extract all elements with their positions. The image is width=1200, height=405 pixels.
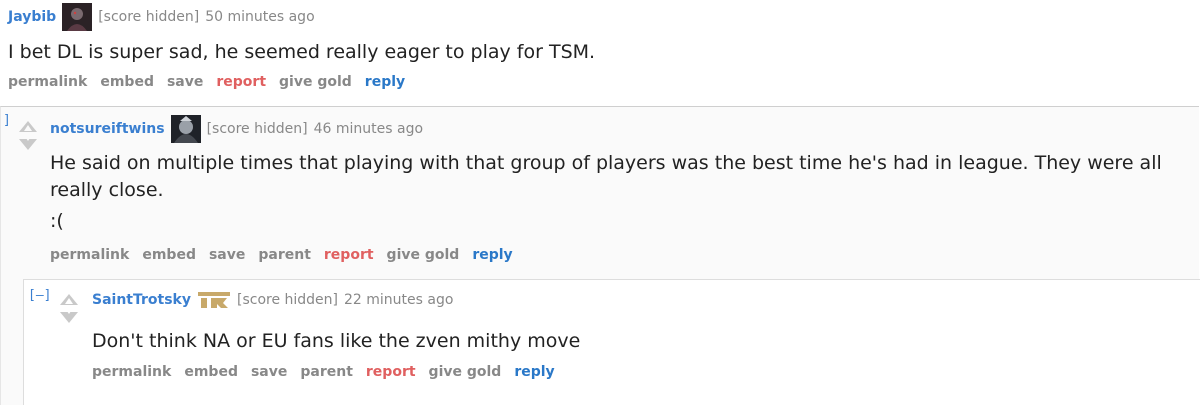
team-flair-icon	[197, 290, 231, 310]
give-gold-button[interactable]: give gold	[387, 247, 460, 263]
timestamp[interactable]: 22 minutes ago	[344, 292, 453, 308]
reply-button[interactable]: reply	[514, 364, 554, 380]
collapse-toggle[interactable]: [–]	[28, 288, 51, 303]
comment-actions: permalink embed save parent report give …	[92, 364, 568, 380]
comment-actions: permalink embed save report give gold re…	[8, 74, 418, 90]
timestamp[interactable]: 46 minutes ago	[314, 121, 423, 137]
report-button[interactable]: report	[216, 74, 266, 90]
permalink-button[interactable]: permalink	[50, 247, 129, 263]
parent-button[interactable]: parent	[300, 364, 353, 380]
downvote-arrow-icon[interactable]	[19, 135, 37, 150]
save-button[interactable]: save	[167, 74, 203, 90]
comment-actions: permalink embed save parent report give …	[50, 247, 526, 263]
comment-body: He said on multiple times that playing w…	[50, 150, 1162, 235]
collapse-toggle[interactable]: ]	[3, 113, 11, 128]
comment-body: Don't think NA or EU fans like the zven …	[92, 328, 580, 355]
embed-button[interactable]: embed	[142, 247, 196, 263]
parent-button[interactable]: parent	[258, 247, 311, 263]
comment-tagline: SaintTrotsky [score hidden] 22 minutes a…	[92, 290, 453, 310]
comment-tagline: Jaybib [score hidden] 50 minutes ago	[8, 3, 315, 31]
author-link[interactable]: SaintTrotsky	[92, 292, 191, 308]
user-avatar-icon	[62, 3, 93, 31]
upvote-arrow-icon[interactable]	[60, 294, 78, 305]
comment-line: really close.	[50, 179, 164, 201]
comment-sainttrotsky: [–] SaintTrotsky [score hidden] 22 minut…	[23, 279, 1200, 405]
comment-notsureiftwins: ] notsureiftwins [score hidden] 46 minut…	[0, 106, 1200, 405]
vote-arrows	[13, 121, 43, 161]
give-gold-button[interactable]: give gold	[429, 364, 502, 380]
user-avatar-icon	[170, 115, 201, 143]
comment-thread: Jaybib [score hidden] 50 minutes ago I b…	[0, 0, 1200, 405]
score-hidden: [score hidden]	[236, 292, 338, 308]
reply-button[interactable]: reply	[365, 74, 405, 90]
downvote-arrow-icon[interactable]	[60, 308, 78, 323]
embed-button[interactable]: embed	[100, 74, 154, 90]
comment-line: I bet DL is super sad, he seemed really …	[8, 41, 596, 63]
save-button[interactable]: save	[251, 364, 287, 380]
comment-line: He said on multiple times that playing w…	[50, 152, 1162, 174]
comment-line: Don't think NA or EU fans like the zven …	[92, 330, 581, 352]
vote-arrows	[54, 294, 84, 334]
embed-button[interactable]: embed	[184, 364, 238, 380]
timestamp[interactable]: 50 minutes ago	[205, 9, 314, 25]
reply-button[interactable]: reply	[472, 247, 512, 263]
author-link[interactable]: Jaybib	[8, 9, 56, 25]
report-button[interactable]: report	[366, 364, 416, 380]
comment-jaybib: Jaybib [score hidden] 50 minutes ago I b…	[0, 0, 1200, 105]
comment-body: I bet DL is super sad, he seemed really …	[8, 39, 595, 66]
save-button[interactable]: save	[209, 247, 245, 263]
comment-line: :(	[50, 210, 64, 232]
score-hidden: [score hidden]	[206, 121, 308, 137]
give-gold-button[interactable]: give gold	[279, 74, 352, 90]
permalink-button[interactable]: permalink	[92, 364, 171, 380]
score-hidden: [score hidden]	[98, 9, 200, 25]
upvote-arrow-icon[interactable]	[19, 121, 37, 132]
comment-tagline: notsureiftwins [score hidden] 46 minutes…	[50, 115, 423, 143]
permalink-button[interactable]: permalink	[8, 74, 87, 90]
report-button[interactable]: report	[324, 247, 374, 263]
author-link[interactable]: notsureiftwins	[50, 121, 165, 137]
